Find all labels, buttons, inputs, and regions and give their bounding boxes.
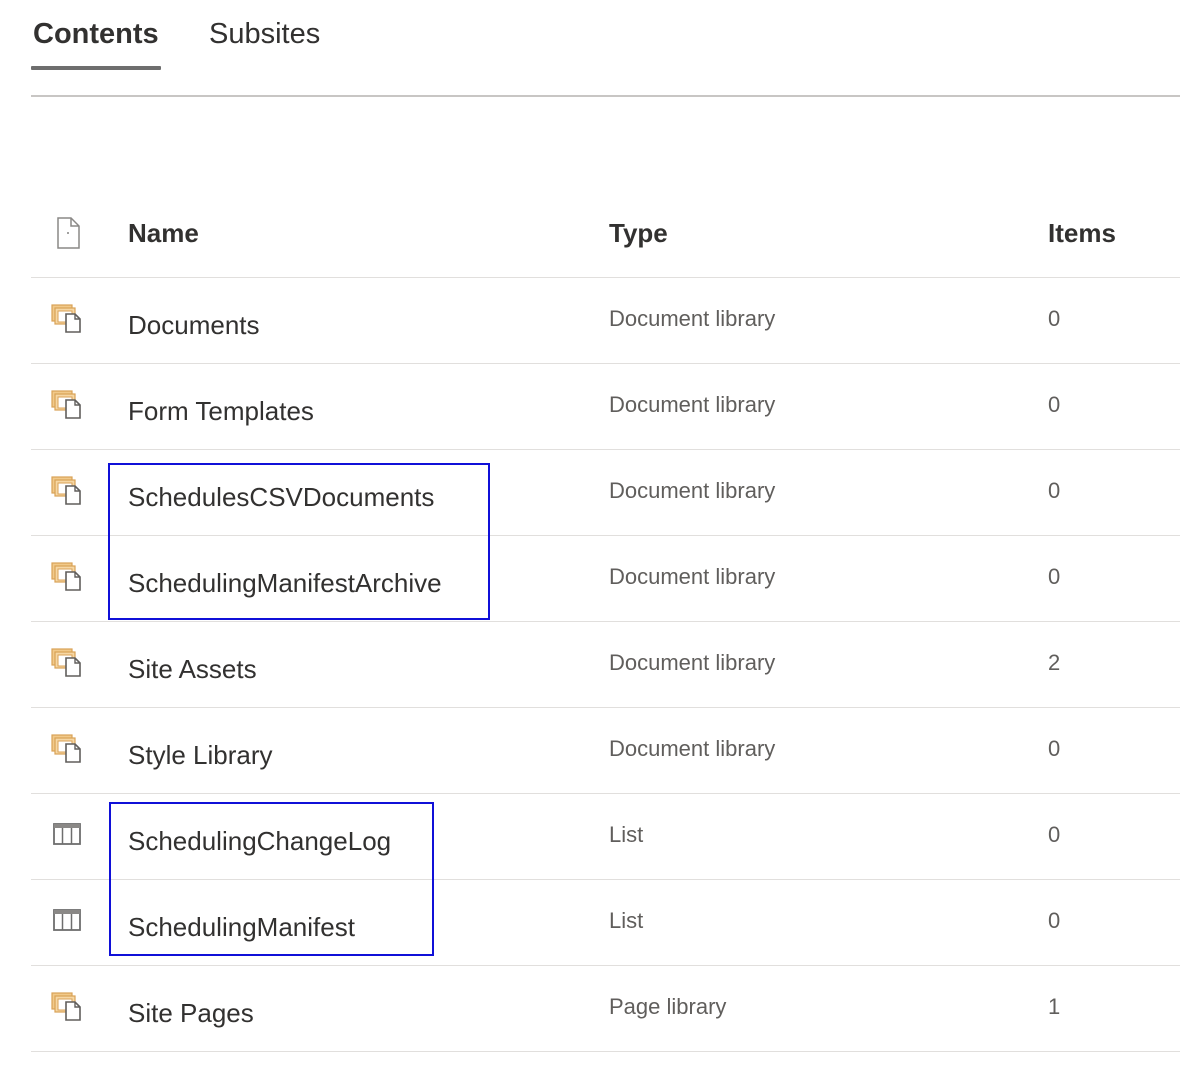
row-name-link[interactable]: SchedulingManifest [128, 912, 355, 943]
column-header-name[interactable]: Name [128, 218, 199, 249]
row-items-count: 0 [1048, 908, 1061, 933]
row-type: List [609, 822, 644, 847]
list-icon [51, 818, 85, 852]
table-header-row: Name Type Items [31, 192, 1180, 278]
library-icon [51, 302, 85, 336]
row-items-count: 2 [1048, 650, 1061, 675]
row-items-count: 0 [1048, 822, 1061, 847]
list-icon [51, 904, 85, 938]
library-icon [51, 990, 85, 1024]
row-type: Document library [609, 392, 776, 417]
file-type-icon[interactable] [51, 216, 85, 250]
table-row[interactable]: Form Templates Document library 0 [31, 364, 1180, 450]
row-items-count: 1 [1048, 994, 1061, 1019]
library-icon [51, 560, 85, 594]
table-row[interactable]: SchedulesCSVDocuments Document library 0 [31, 450, 1180, 536]
row-name-link[interactable]: Style Library [128, 740, 273, 771]
library-icon [51, 474, 85, 508]
contents-table: Name Type Items Documents Document libra… [31, 192, 1180, 1052]
tab-contents[interactable]: Contents [33, 16, 159, 52]
row-type: Document library [609, 650, 776, 675]
row-name-link[interactable]: SchedulingManifestArchive [128, 568, 442, 599]
table-row[interactable]: SchedulingManifest List 0 [31, 880, 1180, 966]
row-name-link[interactable]: Form Templates [128, 396, 314, 427]
tab-bar: Contents Subsites [31, 0, 1180, 97]
row-type: List [609, 908, 644, 933]
row-type: Document library [609, 306, 776, 331]
table-row[interactable]: SchedulingChangeLog List 0 [31, 794, 1180, 880]
row-type: Document library [609, 478, 776, 503]
column-header-type[interactable]: Type [609, 218, 668, 249]
library-icon [51, 388, 85, 422]
row-name-link[interactable]: Documents [128, 310, 260, 341]
row-items-count: 0 [1048, 392, 1061, 417]
library-icon [51, 732, 85, 766]
table-row[interactable]: Style Library Document library 0 [31, 708, 1180, 794]
table-row[interactable]: Site Pages Page library 1 [31, 966, 1180, 1052]
row-items-count: 0 [1048, 736, 1061, 761]
row-name-link[interactable]: Site Pages [128, 998, 254, 1029]
row-items-count: 0 [1048, 478, 1061, 503]
table-row[interactable]: Documents Document library 0 [31, 278, 1180, 364]
table-row[interactable]: Site Assets Document library 2 [31, 622, 1180, 708]
row-items-count: 0 [1048, 564, 1061, 589]
row-items-count: 0 [1048, 306, 1061, 331]
row-name-link[interactable]: SchedulesCSVDocuments [128, 482, 434, 513]
row-type: Document library [609, 564, 776, 589]
row-type: Document library [609, 736, 776, 761]
table-row[interactable]: SchedulingManifestArchive Document libra… [31, 536, 1180, 622]
tab-subsites[interactable]: Subsites [209, 16, 320, 52]
row-name-link[interactable]: SchedulingChangeLog [128, 826, 391, 857]
row-name-link[interactable]: Site Assets [128, 654, 257, 685]
row-type: Page library [609, 994, 727, 1019]
library-icon [51, 646, 85, 680]
column-header-items[interactable]: Items [1048, 218, 1116, 249]
active-tab-indicator [31, 66, 161, 70]
